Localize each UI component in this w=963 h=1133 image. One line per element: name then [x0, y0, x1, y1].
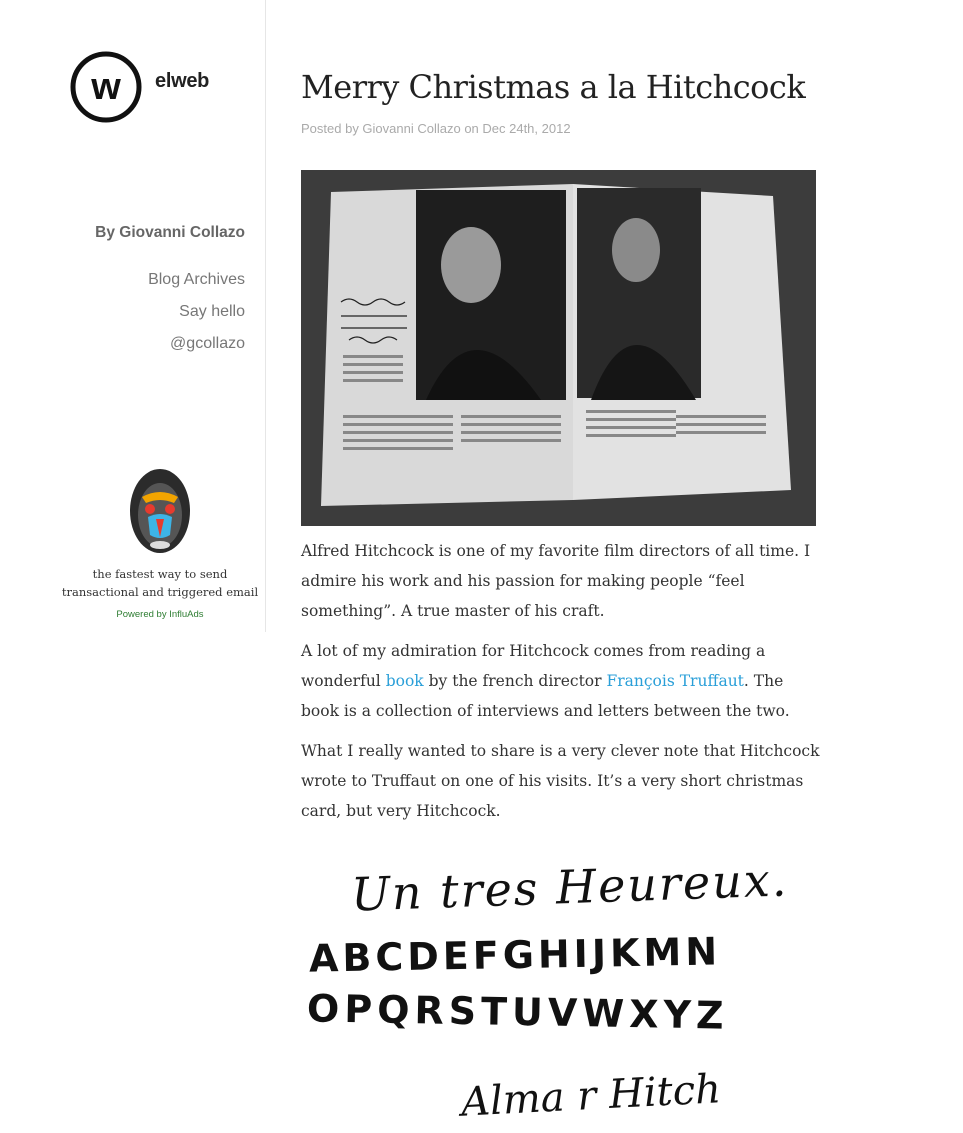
paragraph-1: Alfred Hitchcock is one of my favorite f… [301, 542, 811, 620]
ad-powered-by[interactable]: Powered by InfluAds [60, 609, 260, 620]
card-line-1: Un tres Heureux. [350, 852, 790, 922]
paragraph-2-text-b: by the french director [423, 672, 607, 690]
author-byline: By Giovanni Collazo [95, 224, 245, 241]
card-line-3: OPQRSTUVWXYZ [306, 986, 729, 1038]
site-logo-icon[interactable]: w [70, 51, 142, 123]
card-line-2: ABCDEFGHIJKMN [308, 929, 722, 981]
post-title[interactable]: Merry Christmas a la Hitchcock [301, 68, 806, 106]
post-meta: Posted by Giovanni Collazo on Dec 24th, … [301, 121, 571, 136]
ad-text[interactable]: the fastest way to send transactional an… [60, 565, 260, 601]
book-photo [301, 170, 816, 526]
truffaut-link[interactable]: François Truffaut [606, 672, 743, 690]
sponsor-ad[interactable]: the fastest way to send transactional an… [60, 467, 260, 620]
card-line-4: Alma r Hitch [459, 1066, 722, 1126]
ad-text-line2: transactional and triggered email [61, 585, 259, 599]
site-name[interactable]: elweb [155, 70, 209, 93]
mandrill-icon[interactable] [128, 467, 192, 555]
ad-text-line1: the fastest way to send [92, 567, 228, 581]
book-photo-image [301, 170, 816, 526]
paragraph-2: A lot of my admiration for Hitchcock com… [301, 636, 821, 726]
nav-blog-archives[interactable]: Blog Archives [148, 264, 245, 296]
post-body: Alfred Hitchcock is one of my favorite f… [301, 536, 821, 836]
nav-say-hello[interactable]: Say hello [148, 296, 245, 328]
sidebar: w elweb By Giovanni Collazo Blog Archive… [0, 0, 266, 632]
sidebar-nav: Blog Archives Say hello @gcollazo [148, 264, 245, 360]
hitchcock-card: Un tres Heureux. ABCDEFGHIJKMN OPQRSTUVW… [301, 848, 816, 1133]
logo-letter: w [90, 66, 121, 108]
book-link[interactable]: book [386, 672, 424, 690]
nav-twitter-handle[interactable]: @gcollazo [148, 328, 245, 360]
paragraph-3: What I really wanted to share is a very … [301, 742, 820, 820]
